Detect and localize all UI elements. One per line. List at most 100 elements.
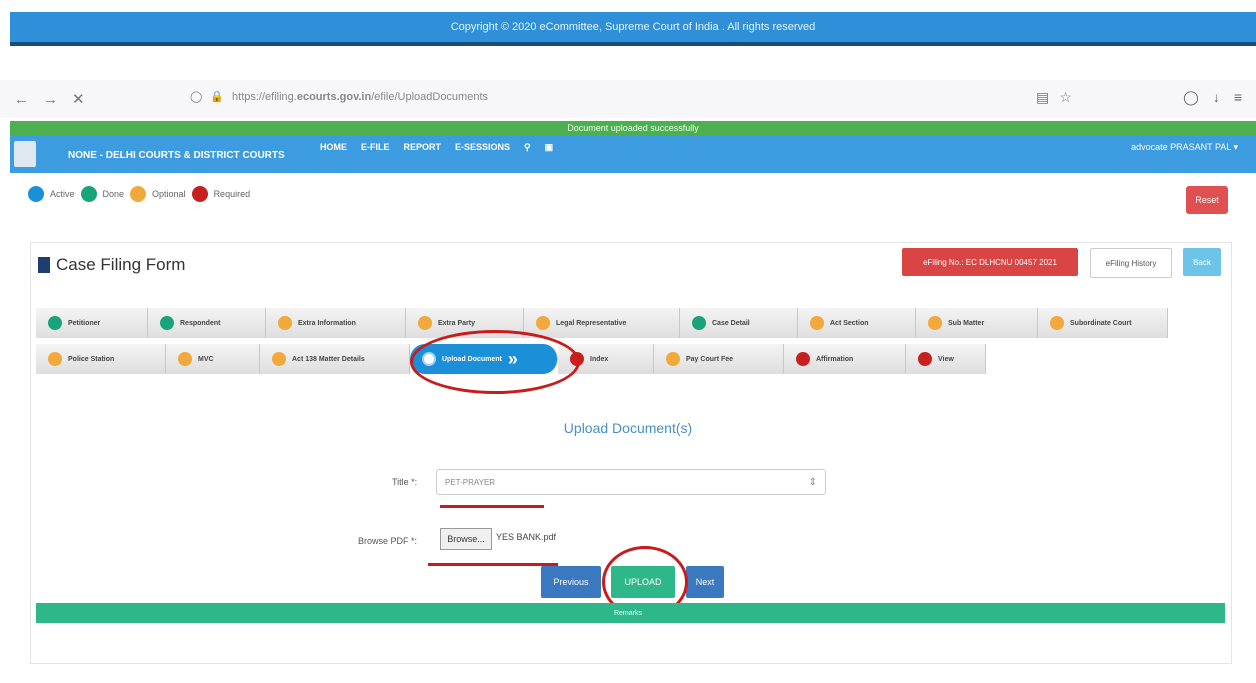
efiling-number-button[interactable]: eFiling No.: EC DLHCNU 00457 2021 xyxy=(902,248,1078,276)
tab-petitioner[interactable]: Petitioner xyxy=(36,308,148,338)
step-label: Extra Party xyxy=(438,319,475,327)
status-legend: Active Done Optional Required xyxy=(28,186,250,202)
document-icon xyxy=(38,257,50,273)
success-notification: Document uploaded successfully xyxy=(10,121,1256,135)
url-path: /efile/UploadDocuments xyxy=(371,90,489,103)
step-label: Act Section xyxy=(830,319,869,327)
tab-act-138[interactable]: Act 138 Matter Details xyxy=(260,344,410,374)
close-icon[interactable]: ✕ xyxy=(72,90,85,108)
step-status-dot xyxy=(278,316,292,330)
menu-icon[interactable]: ≡ xyxy=(1234,89,1242,106)
step-status-dot xyxy=(536,316,550,330)
tab-case-detail[interactable]: Case Detail xyxy=(680,308,798,338)
menu-home[interactable]: HOME xyxy=(320,142,347,153)
tab-subordinate-court[interactable]: Subordinate Court xyxy=(1038,308,1168,338)
download-icon[interactable]: ↓ xyxy=(1213,89,1220,106)
menu-efile[interactable]: E-FILE xyxy=(361,142,390,153)
step-status-dot xyxy=(160,316,174,330)
step-status-dot xyxy=(48,352,62,366)
legend-label: Done xyxy=(102,189,125,199)
search-icon[interactable]: ⚲ xyxy=(524,142,531,153)
menu-report[interactable]: REPORT xyxy=(404,142,442,153)
efiling-history-button[interactable]: eFiling History xyxy=(1090,248,1172,278)
wizard-steps-row1: Petitioner Respondent Extra Information … xyxy=(36,308,1168,338)
copyright-banner: Copyright © 2020 eCommittee, Supreme Cou… xyxy=(10,12,1256,46)
tab-affirmation[interactable]: Affirmation xyxy=(784,344,906,374)
remarks-text: Remarks xyxy=(613,610,642,617)
tab-sub-matter[interactable]: Sub Matter xyxy=(916,308,1038,338)
step-status-dot xyxy=(796,352,810,366)
title-select[interactable]: PET-PRAYER ⇕ xyxy=(436,469,826,495)
tab-respondent[interactable]: Respondent xyxy=(148,308,266,338)
step-label: Case Detail xyxy=(712,319,750,327)
step-label: Subordinate Court xyxy=(1070,319,1132,327)
url-field[interactable]: ◯ 🔒 https://efiling.ecourts.gov.in/efile… xyxy=(190,90,489,104)
lock-icon: 🔒 xyxy=(210,91,225,103)
step-label: Affirmation xyxy=(816,355,854,363)
step-label: View xyxy=(938,355,954,363)
tab-act-section[interactable]: Act Section xyxy=(798,308,916,338)
step-status-dot xyxy=(48,316,62,330)
url-prefix: https://efiling. xyxy=(232,90,297,103)
forward-arrow-icon[interactable]: → xyxy=(43,91,58,108)
browse-button[interactable]: Browse... xyxy=(440,528,492,550)
legend-label: Active xyxy=(50,189,75,199)
legend-dot-done xyxy=(80,186,97,202)
step-status-dot xyxy=(928,316,942,330)
step-label: Legal Representative xyxy=(556,319,627,327)
copyright-text: Copyright © 2020 eCommittee, Supreme Cou… xyxy=(450,21,816,33)
reset-button[interactable]: Reset xyxy=(1186,186,1228,214)
step-label: Act 138 Matter Details xyxy=(292,355,365,363)
step-status-dot xyxy=(692,316,706,330)
step-status-dot xyxy=(418,316,432,330)
next-button[interactable]: Next xyxy=(686,566,724,598)
step-status-dot xyxy=(1050,316,1064,330)
tab-mvc[interactable]: MVC xyxy=(166,344,260,374)
step-status-dot xyxy=(810,316,824,330)
bookmark-star-icon[interactable]: ☆ xyxy=(1059,89,1072,106)
page-title: Case Filing Form xyxy=(38,255,185,275)
annotation-underline-title xyxy=(440,505,544,508)
step-label: Respondent xyxy=(180,319,221,327)
emblem-logo xyxy=(14,141,36,167)
help-icon[interactable]: ▣ xyxy=(545,142,554,153)
legend-label: Required xyxy=(213,189,251,199)
select-arrows-icon: ⇕ xyxy=(808,476,817,488)
step-label: MVC xyxy=(198,355,214,363)
annotation-circle-upload-tab xyxy=(410,330,580,394)
reader-icon[interactable]: ▤ xyxy=(1036,89,1049,106)
user-menu[interactable]: advocate PRASANT PAL ▾ xyxy=(1131,142,1238,153)
tab-pay-court-fee[interactable]: Pay Court Fee xyxy=(654,344,784,374)
step-label: Index xyxy=(590,355,609,363)
step-label: Petitioner xyxy=(68,319,101,327)
legend-dot-active xyxy=(28,186,44,202)
top-navbar: NONE - DELHI COURTS & DISTRICT COURTS HO… xyxy=(10,135,1256,173)
tab-legal-representative[interactable]: Legal Representative xyxy=(524,308,680,338)
step-label: Police Station xyxy=(68,355,115,363)
tab-extra-information[interactable]: Extra Information xyxy=(266,308,406,338)
menu-esessions[interactable]: E-SESSIONS xyxy=(455,142,510,153)
browser-address-bar: ← → ✕ ◯ 🔒 https://efiling.ecourts.gov.in… xyxy=(0,80,1256,118)
back-button[interactable]: Back xyxy=(1183,248,1221,276)
step-label: Extra Information xyxy=(298,319,356,327)
step-status-dot xyxy=(272,352,286,366)
title-label: Title *: xyxy=(392,477,418,487)
pocket-icon[interactable]: ◯ xyxy=(1183,89,1199,106)
notification-text: Document uploaded successfully xyxy=(567,123,699,133)
shield-icon: ◯ xyxy=(190,91,203,103)
step-status-dot xyxy=(666,352,680,366)
step-label: Sub Matter xyxy=(948,319,985,327)
step-label: Pay Court Fee xyxy=(686,355,734,363)
browse-pdf-label: Browse PDF *: xyxy=(358,536,418,546)
legend-dot-required xyxy=(191,186,208,202)
main-menu: HOME E-FILE REPORT E-SESSIONS ⚲ ▣ xyxy=(320,142,553,153)
court-name: NONE - DELHI COURTS & DISTRICT COURTS xyxy=(68,150,285,161)
selected-file-name: YES BANK.pdf xyxy=(496,532,557,542)
annotation-underline-browse xyxy=(428,563,558,566)
tab-police-station[interactable]: Police Station xyxy=(36,344,166,374)
tab-view[interactable]: View xyxy=(906,344,986,374)
back-arrow-icon[interactable]: ← xyxy=(14,91,29,108)
page-title-text: Case Filing Form xyxy=(56,255,186,274)
legend-dot-optional xyxy=(130,186,147,202)
previous-button[interactable]: Previous xyxy=(541,566,601,598)
